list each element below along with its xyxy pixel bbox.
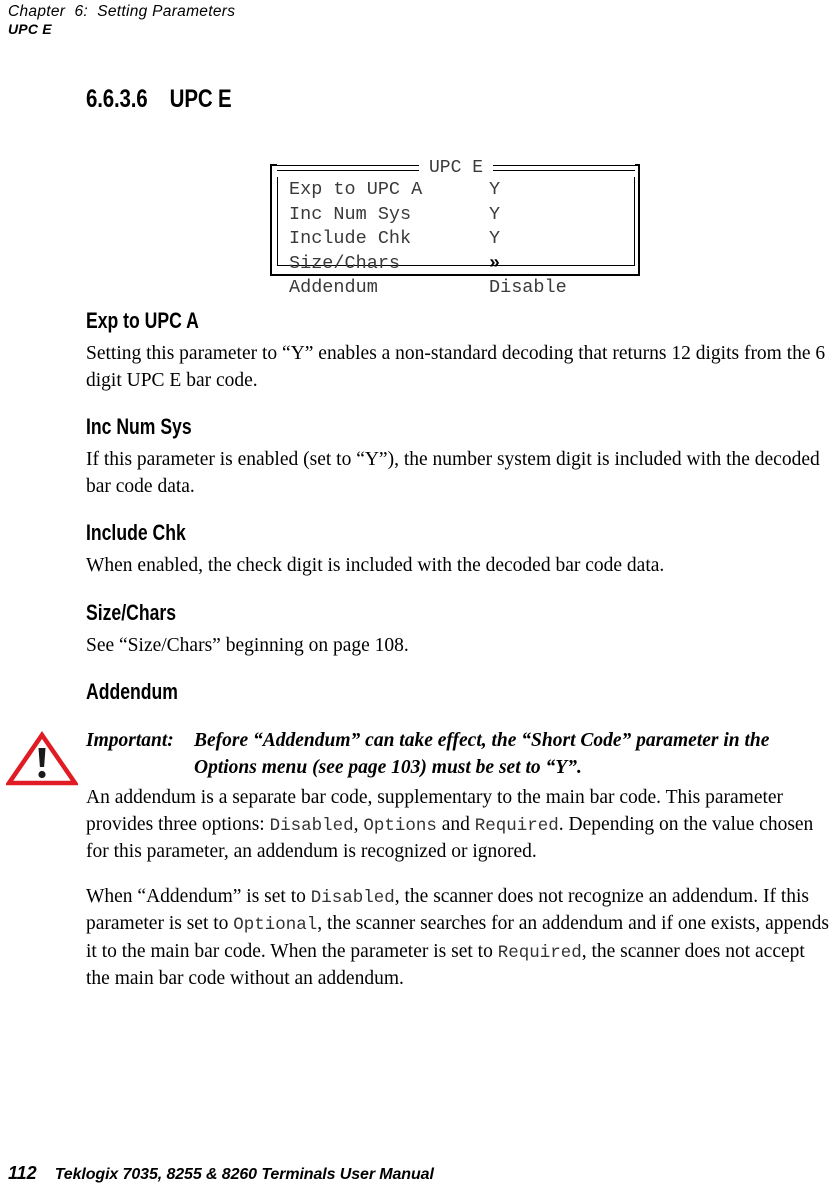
- lcd-item-value: Y: [489, 203, 501, 225]
- lcd-item-label: Size/Chars: [289, 252, 401, 274]
- lcd-item-value: Y: [489, 228, 501, 250]
- important-text: Before “Addendum” can take effect, the “…: [194, 730, 775, 778]
- submenu-chevron-icon: »: [489, 252, 501, 274]
- addendum-p1-option-required: Required: [474, 815, 559, 836]
- addendum-p2-option-required: Required: [497, 942, 582, 963]
- lcd-item-value: Disable: [489, 277, 567, 299]
- important-callout: Important: Before “Addendum” can take ef…: [6, 727, 830, 786]
- lcd-menu-item-exp-to-upc-a[interactable]: Exp to UPC A Y: [289, 178, 629, 203]
- warning-triangle-icon: [6, 731, 78, 786]
- footer-page-number: 112: [8, 1163, 37, 1183]
- lcd-menu-item-inc-num-sys[interactable]: Inc Num Sys Y: [289, 203, 629, 228]
- header-topic-text: UPC E: [8, 21, 52, 37]
- lcd-menu-rows: Exp to UPC A Y Inc Num Sys Y Include Chk…: [289, 178, 629, 301]
- addendum-p2-option-optional: Optional: [233, 915, 318, 935]
- section-heading: 6.6.3.6 UPC E: [86, 84, 697, 114]
- section-title: UPC E: [169, 85, 232, 113]
- lcd-title-rule-left: [277, 165, 419, 171]
- page-content: 6.6.3.6 UPC E UPC E Exp to UPC A Y Inc N…: [6, 84, 830, 997]
- lcd-menu-item-include-chk[interactable]: Include Chk Y: [289, 227, 629, 252]
- lcd-menu-item-addendum[interactable]: Addendum Disable: [289, 276, 629, 301]
- subsection-heading-inc-num-sys: Inc Num Sys: [86, 414, 192, 439]
- addendum-p1-option-options: Options: [363, 815, 437, 836]
- subsection-paragraph-exp-to-upc-a: Setting this parameter to “Y” enables a …: [86, 343, 830, 391]
- section-number: 6.6.3.6: [86, 85, 148, 113]
- lcd-item-label: Exp to UPC A: [289, 179, 423, 200]
- addendum-paragraph-1: An addendum is a separate bar code, supp…: [86, 785, 830, 866]
- important-label: Important:: [86, 730, 174, 751]
- subsection-heading-include-chk: Include Chk: [86, 520, 186, 545]
- lcd-item-value: Y: [489, 179, 501, 200]
- page-header: Chapter 6: Setting Parameters UPC E: [8, 2, 822, 38]
- lcd-title-bar: UPC E: [277, 158, 636, 178]
- lcd-menu-title: UPC E: [427, 158, 486, 178]
- lcd-item-label: Addendum: [289, 277, 378, 299]
- addendum-p1-sep-1: ,: [353, 813, 364, 835]
- subsection-heading-exp-to-upc-a: Exp to UPC A: [86, 308, 199, 333]
- lcd-item-label: Inc Num Sys: [289, 203, 412, 225]
- subsection-paragraph-size-chars: See “Size/Chars” beginning on page 108.: [86, 634, 409, 656]
- lcd-item-label: Include Chk: [289, 228, 412, 250]
- subsection-heading-addendum: Addendum: [86, 679, 178, 704]
- addendum-p1-sep-2: and: [436, 813, 475, 835]
- header-chapter-text: Chapter 6: Setting Parameters: [8, 3, 236, 20]
- subsection-paragraph-include-chk: When enabled, the check digit is include…: [86, 555, 665, 576]
- lcd-title-rule-right: [493, 165, 636, 171]
- addendum-p1-option-disabled: Disabled: [269, 815, 354, 836]
- subsection-heading-size-chars: Size/Chars: [86, 599, 176, 625]
- addendum-p2-option-disabled: Disabled: [310, 887, 395, 908]
- lcd-menu-figure: UPC E Exp to UPC A Y Inc Num Sys Y Inclu…: [86, 120, 830, 298]
- page-footer: 112 Teklogix 7035, 8255 & 8260 Terminals…: [8, 1163, 434, 1184]
- lcd-menu-item-size-chars[interactable]: Size/Chars »: [289, 252, 629, 277]
- important-callout-body: Important: Before “Addendum” can take ef…: [86, 727, 830, 781]
- addendum-paragraph-2: When “Addendum” is set to Disabled, the …: [86, 884, 830, 993]
- subsection-paragraph-inc-num-sys: If this parameter is enabled (set to “Y”…: [86, 449, 825, 497]
- footer-manual-title: Teklogix 7035, 8255 & 8260 Terminals Use…: [54, 1166, 434, 1183]
- addendum-p2-part-a: When “Addendum” is set to: [86, 885, 311, 907]
